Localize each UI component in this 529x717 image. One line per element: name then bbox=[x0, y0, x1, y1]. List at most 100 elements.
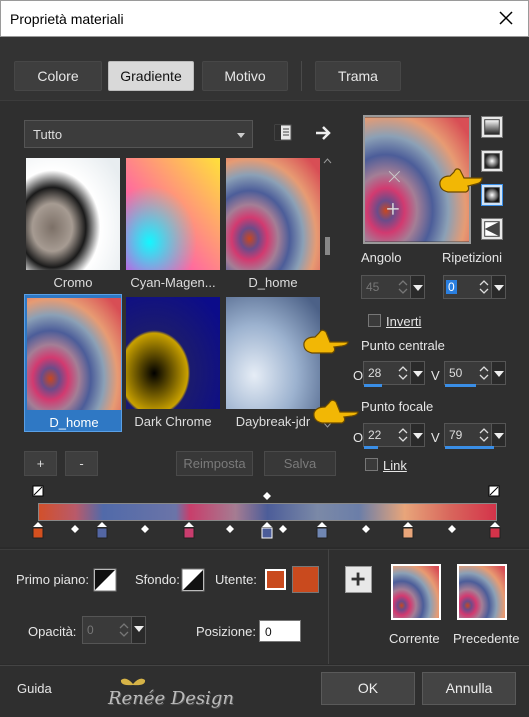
tab-divider bbox=[301, 61, 302, 91]
arrow-right-icon[interactable] bbox=[312, 122, 334, 144]
color-stop bbox=[183, 522, 195, 539]
opacity-spinner[interactable]: 0 bbox=[82, 616, 146, 644]
user-label: Utente: bbox=[215, 572, 257, 587]
user-color-swatch[interactable] bbox=[265, 569, 286, 590]
center-o-slider-fill bbox=[364, 384, 382, 387]
focal-point-label: Punto focale bbox=[361, 399, 434, 414]
focal-v-slider-fill bbox=[445, 446, 494, 449]
opacity-midpoint bbox=[263, 492, 271, 500]
library-scrollbar[interactable] bbox=[323, 157, 332, 429]
angle-spinner[interactable]: 45 bbox=[361, 275, 425, 299]
cromo-preview bbox=[26, 158, 120, 270]
section-divider bbox=[328, 549, 329, 664]
library-filter-dropdown[interactable]: Tutto bbox=[24, 120, 253, 148]
spinner-arrows-icon[interactable] bbox=[477, 364, 491, 382]
position-input[interactable]: 0 bbox=[259, 620, 301, 642]
link-checkbox[interactable] bbox=[365, 458, 378, 471]
focal-v-prefix: V bbox=[431, 430, 440, 445]
ok-button[interactable]: OK bbox=[321, 672, 415, 705]
tab-gradiente[interactable]: Gradiente bbox=[108, 61, 194, 91]
angle-value: 45 bbox=[366, 280, 380, 294]
invert-checkbox[interactable] bbox=[368, 314, 381, 327]
opacity-stop-end bbox=[488, 485, 500, 497]
angle-label: Angolo bbox=[361, 250, 402, 265]
center-v-prefix: V bbox=[431, 368, 440, 383]
linear-style-icon[interactable] bbox=[481, 116, 503, 138]
pointing-hand-icon bbox=[439, 168, 483, 193]
focal-horizontal-spinner[interactable]: 22 bbox=[363, 423, 425, 449]
window-title: Proprietà materiali bbox=[10, 11, 124, 27]
chevron-down-icon[interactable] bbox=[410, 424, 424, 446]
help-link[interactable]: Guida bbox=[17, 681, 52, 696]
gradient-color-bar[interactable] bbox=[38, 503, 497, 521]
d-home-preview bbox=[226, 158, 320, 270]
chevron-down-icon[interactable] bbox=[491, 276, 505, 298]
color-stop bbox=[489, 522, 501, 539]
spinner-arrows-icon[interactable] bbox=[396, 364, 410, 382]
pointing-hand-icon bbox=[313, 399, 359, 424]
chevron-down-icon[interactable] bbox=[410, 276, 424, 298]
foreground-swatch[interactable] bbox=[93, 568, 117, 592]
spinner-arrows-icon[interactable] bbox=[396, 278, 410, 296]
center-vertical-spinner[interactable]: 50 bbox=[444, 361, 506, 387]
previous-gradient-swatch[interactable] bbox=[457, 564, 507, 620]
scrollbar-thumb bbox=[325, 237, 330, 255]
chevron-down-icon[interactable] bbox=[410, 362, 424, 384]
tab-colore[interactable]: Colore bbox=[14, 61, 102, 91]
focal-v-value: 79 bbox=[449, 428, 463, 442]
previous-label: Precedente bbox=[453, 631, 520, 646]
background-swatch[interactable] bbox=[181, 568, 205, 592]
thumb-caption: Cyan-Magen... bbox=[130, 275, 216, 290]
gradient-thumb-d-home[interactable]: D_home bbox=[224, 155, 322, 293]
spinner-arrows-icon[interactable] bbox=[396, 426, 410, 444]
opacity-label: Opacità: bbox=[28, 624, 77, 639]
center-o-value: 28 bbox=[368, 366, 382, 380]
sunburst-style-icon[interactable] bbox=[481, 218, 503, 240]
add-to-library-button[interactable] bbox=[345, 566, 372, 593]
tab-motivo[interactable]: Motivo bbox=[202, 61, 288, 91]
color-stop bbox=[261, 522, 273, 539]
chevron-down-icon[interactable] bbox=[491, 362, 505, 384]
remove-gradient-button[interactable]: - bbox=[65, 451, 98, 476]
spinner-arrows-icon[interactable] bbox=[477, 278, 491, 296]
add-gradient-button[interactable]: + bbox=[24, 451, 57, 476]
tab-trama[interactable]: Trama bbox=[315, 61, 401, 91]
rectangular-style-icon[interactable] bbox=[481, 150, 503, 172]
color-stops-track[interactable] bbox=[28, 520, 510, 544]
color-midpoint bbox=[226, 525, 234, 533]
user-color-picker[interactable] bbox=[292, 566, 319, 593]
save-gradient-button[interactable]: Salva bbox=[264, 451, 336, 476]
pointing-hand-icon bbox=[303, 329, 349, 354]
chevron-down-icon[interactable] bbox=[131, 617, 145, 643]
dark-chrome-preview bbox=[126, 297, 220, 409]
gradient-thumb-dark-chrome[interactable]: Dark Chrome bbox=[124, 294, 222, 432]
color-midpoint bbox=[362, 525, 370, 533]
gradient-thumb-d-home-selected[interactable]: D_home bbox=[24, 294, 122, 432]
color-stop bbox=[402, 522, 414, 539]
repeats-spinner[interactable]: 0 bbox=[443, 275, 506, 299]
gradient-thumb-cromo[interactable]: Cromo bbox=[24, 155, 122, 293]
close-icon[interactable] bbox=[496, 8, 516, 28]
resource-manager-icon[interactable] bbox=[272, 122, 294, 144]
plus-icon bbox=[351, 572, 365, 586]
gradient-thumb-cyan-magenta[interactable]: Cyan-Magen... bbox=[124, 155, 222, 293]
spinner-arrows-icon[interactable] bbox=[477, 426, 491, 444]
foreground-label: Primo piano: bbox=[16, 572, 89, 587]
center-horizontal-spinner[interactable]: 28 bbox=[363, 361, 425, 387]
radial-style-icon[interactable] bbox=[481, 184, 503, 206]
thumb-caption: D_home bbox=[248, 275, 298, 290]
focal-vertical-spinner[interactable]: 79 bbox=[444, 423, 506, 449]
title-bar: Proprietà materiali bbox=[0, 0, 529, 37]
chevron-down-icon bbox=[237, 133, 245, 138]
focal-o-slider-fill bbox=[364, 446, 378, 449]
watermark-text: Renée Design bbox=[108, 688, 235, 709]
center-o-prefix: O bbox=[353, 368, 364, 383]
current-gradient-swatch[interactable] bbox=[391, 564, 441, 620]
thumb-caption: Daybreak-jdr bbox=[235, 414, 311, 429]
gradient-thumb-daybreak[interactable]: Daybreak-jdr bbox=[224, 294, 322, 432]
spinner-arrows-icon[interactable] bbox=[117, 621, 131, 639]
focal-o-prefix: O bbox=[353, 430, 364, 445]
reset-button[interactable]: Reimposta bbox=[176, 451, 253, 476]
chevron-down-icon[interactable] bbox=[491, 424, 505, 446]
cancel-button[interactable]: Annulla bbox=[422, 672, 516, 705]
